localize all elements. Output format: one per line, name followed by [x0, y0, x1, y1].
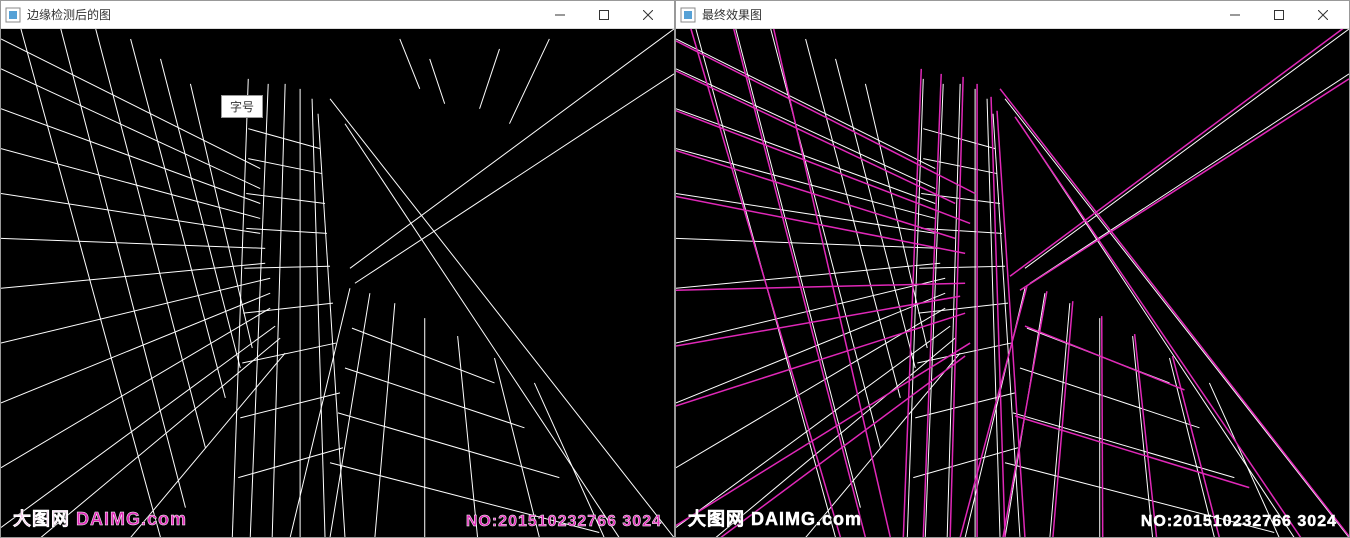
app-icon — [680, 7, 696, 23]
maximize-button[interactable] — [582, 1, 626, 28]
watermark-left: 大图网 DAIMG.com — [13, 505, 187, 531]
window-title-left: 边缘检测后的图 — [27, 6, 538, 23]
window-title-right: 最终效果图 — [702, 6, 1213, 23]
close-button[interactable] — [1301, 1, 1345, 28]
minimize-button[interactable] — [538, 1, 582, 28]
watermark-id-right: NO:201510232766 3024 — [1141, 513, 1337, 531]
window-controls-right — [1213, 1, 1345, 28]
watermark-right-window: 大图网 DAIMG.com — [688, 505, 862, 531]
tooltip: 字号 — [221, 95, 263, 118]
titlebar-right[interactable]: 最终效果图 — [676, 1, 1349, 29]
image-canvas-right: 大图网 DAIMG.com NO:201510232766 3024 — [676, 29, 1349, 537]
window-controls-left — [538, 1, 670, 28]
watermark-id-left: NO:201510232766 3024 — [466, 513, 662, 531]
minimize-button[interactable] — [1213, 1, 1257, 28]
close-button[interactable] — [626, 1, 670, 28]
edge-lines — [1, 29, 674, 537]
window-final-result: 最终效果图 — [675, 0, 1350, 538]
app-icon — [5, 7, 21, 23]
result-lines — [676, 29, 1349, 537]
maximize-button[interactable] — [1257, 1, 1301, 28]
window-edge-detection: 边缘检测后的图 字号 — [0, 0, 675, 538]
titlebar-left[interactable]: 边缘检测后的图 — [1, 1, 674, 29]
image-canvas-left: 字号 — [1, 29, 674, 537]
